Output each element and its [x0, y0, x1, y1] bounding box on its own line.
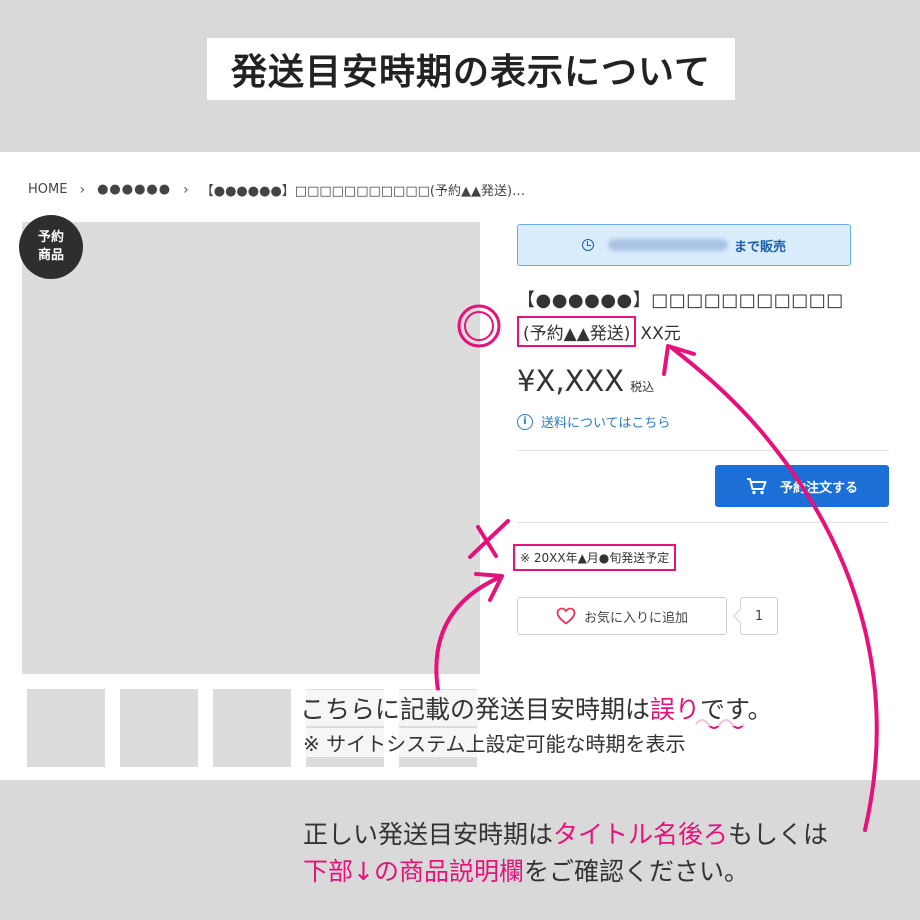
reserve-badge: 予約 商品: [19, 215, 83, 279]
sale-period-banner: まで販売: [517, 224, 851, 266]
breadcrumb-home[interactable]: HOME: [28, 182, 67, 197]
blurred-date: [607, 239, 728, 251]
thumbnail-3[interactable]: [213, 689, 291, 767]
chevron-right-icon: ›: [183, 181, 189, 198]
instruction-text-end: をご確認ください。: [523, 857, 749, 886]
breadcrumb-category[interactable]: ●●●●●●: [97, 182, 171, 197]
thumbnail-1[interactable]: [27, 689, 105, 767]
add-favorite-button[interactable]: お気に入りに追加: [517, 597, 727, 635]
info-icon: i: [517, 413, 533, 430]
instruction-text: 正しい発送目安時期は: [303, 820, 554, 849]
breadcrumb-current: 【●●●●●●】□□□□□□□□□□□(予約▲▲発送)…: [200, 184, 526, 199]
heart-icon: [556, 607, 576, 625]
caption-text-end: です。: [700, 695, 773, 724]
product-price: ¥X,XXX 税込: [517, 364, 654, 398]
correct-date-instruction-1: 正しい発送目安時期はタイトル名後ろもしくは: [303, 815, 828, 851]
ship-schedule-note: ※ 20XX年▲月●旬発送予定: [513, 544, 677, 571]
divider: [517, 522, 889, 523]
page-title: 発送目安時期の表示について: [207, 38, 735, 100]
reserve-order-button[interactable]: 予約注文する: [715, 465, 889, 507]
product-title-suffix: XX元: [640, 324, 681, 344]
divider: [517, 450, 889, 451]
instruction-text-end: もしくは: [728, 820, 829, 849]
instruction-emphasis: タイトル名後ろ: [553, 820, 729, 849]
instruction-emphasis: 下部↓の商品説明欄: [303, 857, 524, 886]
favorite-count: 1: [740, 597, 778, 635]
thumbnail-2[interactable]: [120, 689, 198, 767]
cart-icon: [746, 478, 767, 495]
add-favorite-label: お気に入りに追加: [583, 610, 688, 626]
shipping-info-link[interactable]: i 送料についてはこちら: [517, 412, 670, 431]
sale-period-label: まで販売: [733, 239, 786, 255]
product-page: HOME › ●●●●●● › 【●●●●●●】□□□□□□□□□□□(予約▲▲…: [0, 152, 920, 780]
correct-date-instruction-2: 下部↓の商品説明欄をご確認ください。: [303, 852, 749, 888]
shipping-link-label: 送料についてはこちら: [541, 416, 671, 431]
product-main-image[interactable]: [22, 222, 480, 674]
tax-label: 税込: [630, 380, 655, 394]
caption-emphasis: 誤り: [650, 695, 701, 724]
chevron-right-icon: ›: [79, 181, 86, 198]
caption-text: こちらに記載の発送目安時期は: [300, 695, 651, 724]
product-title: 【●●●●●●】□□□□□□□□□□□: [517, 290, 844, 311]
breadcrumb: HOME › ●●●●●● › 【●●●●●●】□□□□□□□□□□□(予約▲▲…: [28, 180, 526, 200]
clock-icon: [581, 239, 594, 251]
system-note-caption: ※ サイトシステム上設定可能な時期を表示: [303, 728, 686, 757]
reserve-order-label: 予約注文する: [779, 480, 858, 496]
reserve-shipping-highlight: (予約▲▲発送): [517, 316, 637, 347]
product-title-line2: (予約▲▲発送) XX元: [517, 316, 681, 347]
wrong-date-caption: こちらに記載の発送目安時期は誤りです。: [300, 690, 773, 726]
price-value: ¥X,XXX: [517, 364, 625, 398]
